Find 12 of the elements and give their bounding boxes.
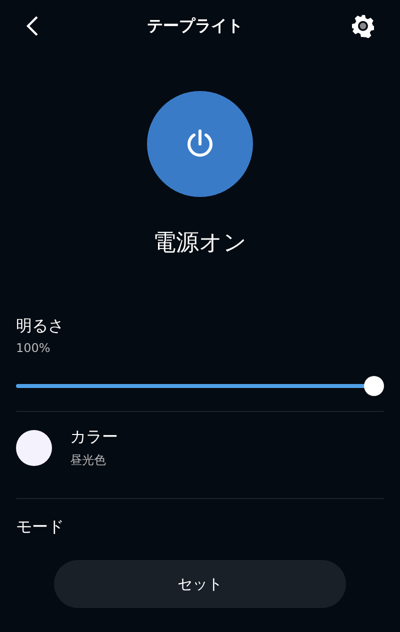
mode-label: モード [16,517,64,538]
brightness-slider[interactable] [16,375,384,397]
color-label: カラー [70,427,118,448]
brightness-label: 明るさ [16,316,64,337]
settings-icon[interactable] [351,14,375,38]
color-swatch[interactable] [16,430,52,466]
color-value: 昼光色 [70,452,106,469]
back-icon[interactable] [25,15,39,37]
set-button[interactable]: セット [54,560,346,608]
screen-title: テープライト [147,16,243,36]
brightness-reading: 100% [16,341,50,355]
power-status: 電源オン [153,229,247,258]
